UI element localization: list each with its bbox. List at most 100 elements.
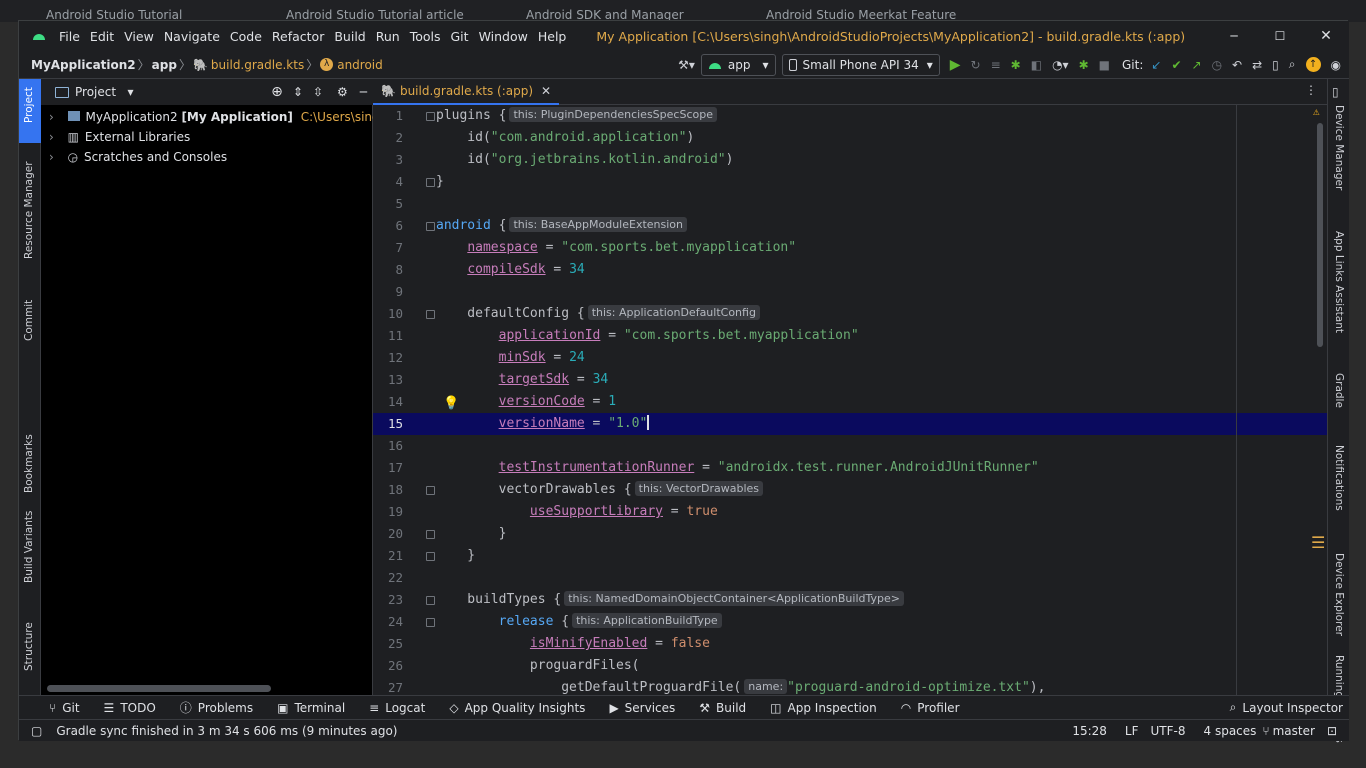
search-icon[interactable]: ⌕ <box>1289 57 1296 72</box>
code-line[interactable]: 8 compileSdk = 34 <box>373 259 1327 281</box>
app-inspection-tool-button[interactable]: ◫ App Inspection <box>770 701 877 715</box>
structure-tool-button[interactable]: Structure <box>23 622 35 671</box>
app-quality-insights-tool-button[interactable]: ◇ App Quality Insights <box>449 701 585 715</box>
code-line[interactable]: 21 } <box>373 545 1327 567</box>
notifications-menu-icon[interactable]: ▯ <box>1332 85 1339 99</box>
menu-help[interactable]: Help <box>538 29 567 44</box>
menu-build[interactable]: Build <box>334 29 365 44</box>
fold-marker-icon[interactable] <box>426 310 435 319</box>
device-manager-icon[interactable]: ▯ <box>1272 58 1279 72</box>
expand-all-icon[interactable]: ⇕ <box>293 85 303 99</box>
minimize-button[interactable]: ─ <box>1211 29 1257 43</box>
rerun-icon[interactable]: ↻ <box>971 58 981 72</box>
device-manager-tool-button[interactable]: Device Manager <box>1333 105 1345 190</box>
update-icon[interactable]: ↑ <box>1305 57 1321 72</box>
code-line[interactable]: 14 versionCode = 1 <box>373 391 1327 413</box>
horizontal-scrollbar[interactable] <box>47 685 271 692</box>
code-line[interactable]: 16 <box>373 435 1327 457</box>
fold-marker-icon[interactable] <box>426 112 435 121</box>
menu-navigate[interactable]: Navigate <box>164 29 220 44</box>
git-update-icon[interactable]: ↙ <box>1151 58 1161 72</box>
code-line[interactable]: 11 applicationId = "com.sports.bet.myapp… <box>373 325 1327 347</box>
coverage-icon[interactable]: ≡ <box>991 58 1001 72</box>
code-line[interactable]: 19 useSupportLibrary = true <box>373 501 1327 523</box>
todo-tool-button[interactable]: ☰ TODO <box>104 701 156 715</box>
status-message[interactable]: Gradle sync finished in 3 m 34 s 606 ms … <box>56 724 397 738</box>
tree-item-external-libraries[interactable]: › ▥ External Libraries <box>41 127 373 147</box>
fold-marker-icon[interactable] <box>426 552 435 561</box>
breadcrumb-file[interactable]: build.gradle.kts <box>211 58 304 72</box>
git-tool-button[interactable]: ⑂ Git <box>49 701 80 715</box>
git-commit-icon[interactable]: ✔ <box>1171 58 1181 72</box>
profile-icon[interactable]: ◔▾ <box>1052 58 1069 72</box>
menu-run[interactable]: Run <box>376 29 400 44</box>
code-line[interactable]: 20 } <box>373 523 1327 545</box>
menu-edit[interactable]: Edit <box>90 29 114 44</box>
code-line[interactable]: 17 testInstrumentationRunner = "androidx… <box>373 457 1327 479</box>
layout-inspector-tool-button[interactable]: ⌕ Layout Inspector <box>1230 700 1343 715</box>
device-explorer-tool-button[interactable]: Device Explorer <box>1333 553 1345 636</box>
more-tabs-icon[interactable]: ⋮ <box>1305 83 1317 97</box>
intention-bulb-icon[interactable]: 💡 <box>443 396 459 411</box>
attach-debugger-icon[interactable]: ◧ <box>1031 58 1042 72</box>
device-select[interactable]: Small Phone API 34 ▾ <box>781 53 940 76</box>
services-tool-button[interactable]: ▶ Services <box>609 701 675 715</box>
toggle-tool-windows-icon[interactable]: ▢ <box>31 724 42 738</box>
editor-tab-build-gradle[interactable]: 🐘 build.gradle.kts (:app) ✕ <box>373 79 560 105</box>
code-line[interactable]: 6 android {this: BaseAppModuleExtension <box>373 215 1327 237</box>
code-line[interactable]: 25 isMinifyEnabled = false <box>373 633 1327 655</box>
code-line[interactable]: 22 <box>373 567 1327 589</box>
menu-window[interactable]: Window <box>479 29 528 44</box>
debug-icon[interactable]: ✱ <box>1011 58 1021 72</box>
code-editor[interactable]: 1 plugins {this: PluginDependenciesSpecSc… <box>373 105 1327 695</box>
warning-icon[interactable]: ⚠ <box>1313 105 1320 118</box>
fold-marker-icon[interactable] <box>426 618 435 627</box>
fold-marker-icon[interactable] <box>426 486 435 495</box>
bookmarks-tool-button[interactable]: Bookmarks <box>23 434 35 493</box>
app-links-assistant-tool-button[interactable]: App Links Assistant <box>1333 231 1345 333</box>
code-line[interactable]: 18 vectorDrawables {this: VectorDrawable… <box>373 479 1327 501</box>
code-line[interactable]: 9 <box>373 281 1327 303</box>
vcs-branch-widget[interactable]: ⑂ master <box>1262 724 1315 738</box>
code-line[interactable]: 23 buildTypes {this: NamedDomainObjectCo… <box>373 589 1327 611</box>
code-line[interactable]: 2 id("com.android.application") <box>373 127 1327 149</box>
menu-code[interactable]: Code <box>230 29 262 44</box>
hide-panel-icon[interactable]: ─ <box>360 85 367 99</box>
tree-item-project[interactable]: › MyApplication2 [My Application] C:\Use… <box>41 107 373 127</box>
notifications-tool-button[interactable]: Notifications <box>1333 445 1345 511</box>
file-encoding[interactable]: UTF-8 <box>1151 724 1186 738</box>
git-push-icon[interactable]: ↗ <box>1192 58 1202 72</box>
project-view-select[interactable]: Project ▾ <box>75 85 134 99</box>
profiler-tool-button[interactable]: ◠ Profiler <box>901 701 960 715</box>
fold-marker-icon[interactable] <box>426 222 435 231</box>
code-line[interactable]: 3 id("org.jetbrains.kotlin.android") <box>373 149 1327 171</box>
breadcrumb-section[interactable]: android <box>337 58 383 72</box>
fold-marker-icon[interactable] <box>426 530 435 539</box>
maximize-button[interactable]: ☐ <box>1257 29 1303 43</box>
tree-item-scratches[interactable]: › ◶ Scratches and Consoles <box>41 147 373 167</box>
code-line[interactable]: 15 versionName = "1.0" <box>373 413 1327 435</box>
build-variants-tool-button[interactable]: Build Variants <box>23 511 35 583</box>
code-line[interactable]: 27 getDefaultProguardFile(name: "proguard… <box>373 677 1327 695</box>
fold-marker-icon[interactable] <box>426 596 435 605</box>
select-opened-file-icon[interactable]: ⊕ <box>271 84 283 100</box>
fold-marker-icon[interactable] <box>426 178 435 187</box>
code-line[interactable]: 13 targetSdk = 34 <box>373 369 1327 391</box>
gradle-tool-button[interactable]: Gradle <box>1333 373 1345 408</box>
menu-tools[interactable]: Tools <box>410 29 441 44</box>
lock-icon[interactable]: ⊡ <box>1327 724 1337 738</box>
run-config-select[interactable]: app ▾ <box>700 53 776 76</box>
code-line[interactable]: 4} <box>373 171 1327 193</box>
device-mirror-icon[interactable]: ⇄ <box>1252 58 1262 72</box>
code-line[interactable]: 10 defaultConfig {this: ApplicationDefau… <box>373 303 1327 325</box>
code-line[interactable]: 1 plugins {this: PluginDependenciesSpecSc… <box>373 105 1327 127</box>
terminal-tool-button[interactable]: ▣ Terminal <box>277 701 345 715</box>
rollback-icon[interactable]: ↶ <box>1232 58 1242 72</box>
indent-setting[interactable]: 4 spaces <box>1204 724 1257 738</box>
menu-file[interactable]: File <box>59 29 80 44</box>
history-icon[interactable]: ◷ <box>1212 58 1222 72</box>
vertical-scrollbar[interactable] <box>1317 123 1323 347</box>
project-tool-button[interactable]: Project <box>19 79 41 143</box>
gear-icon[interactable]: ⚙ <box>337 85 348 99</box>
commit-tool-button[interactable]: Commit <box>23 300 35 341</box>
